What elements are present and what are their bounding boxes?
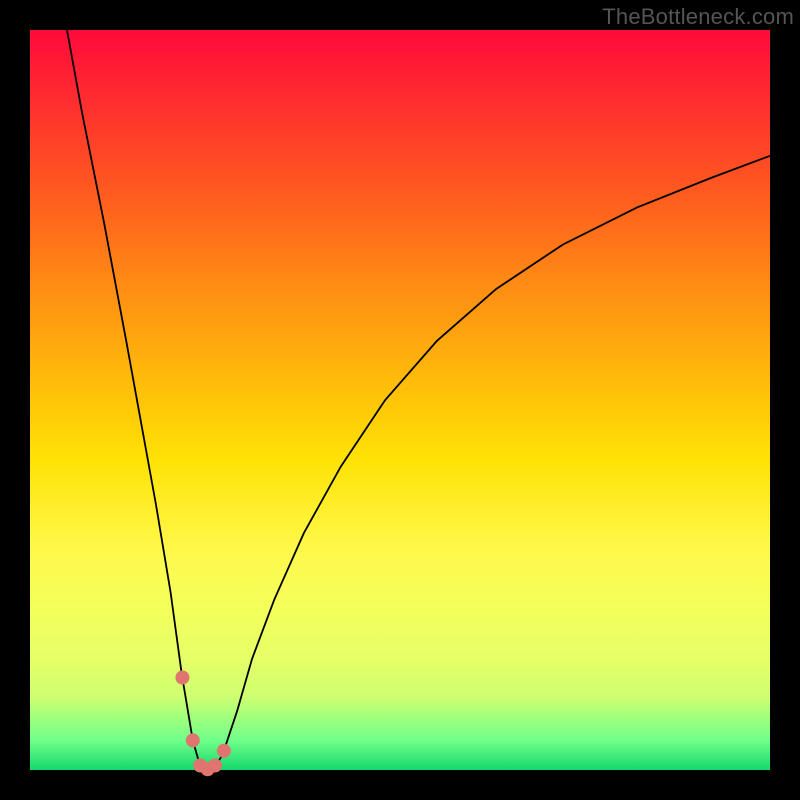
highlight-dot: [208, 759, 222, 773]
watermark-text: TheBottleneck.com: [602, 4, 794, 30]
highlight-dot: [186, 733, 200, 747]
outer-frame: TheBottleneck.com: [0, 0, 800, 800]
bottleneck-curve: [67, 30, 770, 770]
highlight-dot: [175, 671, 189, 685]
highlight-dot: [217, 744, 231, 758]
chart-svg: [30, 30, 770, 770]
plot-area: [30, 30, 770, 770]
